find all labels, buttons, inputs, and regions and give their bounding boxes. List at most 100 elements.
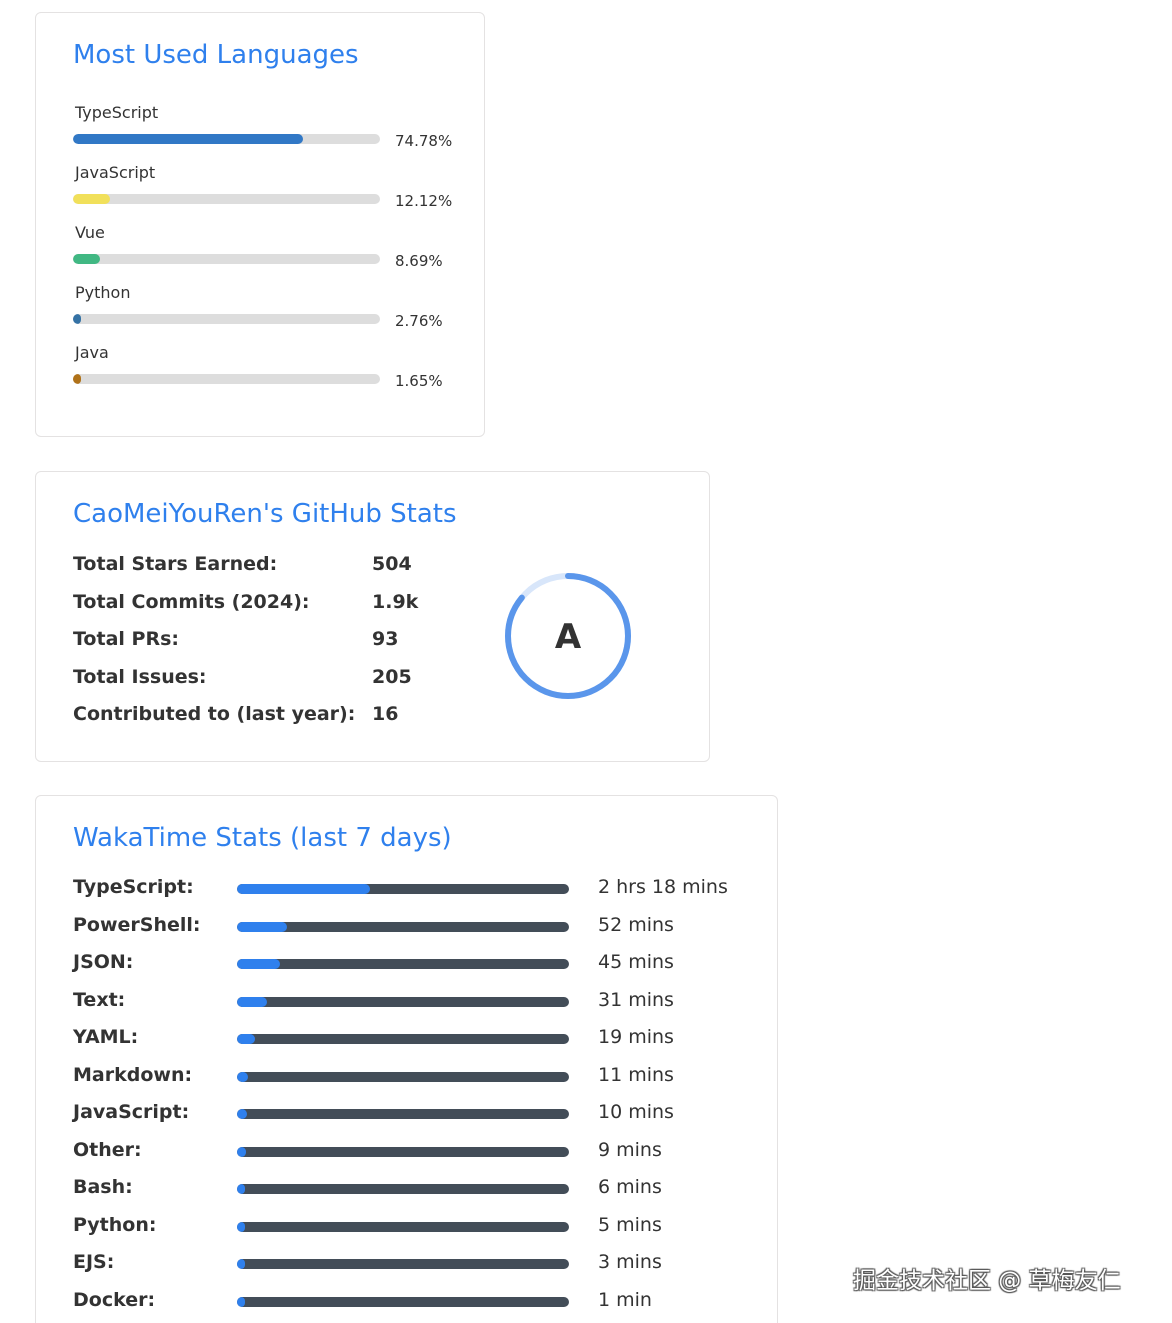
wakatime-language: Markdown:	[73, 1063, 193, 1086]
stat-row: Contributed to (last year): 16	[73, 703, 453, 733]
language-bar-track	[73, 314, 380, 324]
wakatime-row: YAML: 19 mins	[73, 1026, 753, 1056]
wakatime-bar-track	[237, 1184, 569, 1194]
wakatime-time: 2 hrs 18 mins	[598, 876, 728, 898]
wakatime-bar-track	[237, 1109, 569, 1119]
wakatime-bar-track	[237, 1259, 569, 1269]
wakatime-bar-track	[237, 921, 569, 932]
stat-row: Total Commits (2024): 1.9k	[73, 591, 453, 621]
wakatime-bar-fill	[237, 921, 288, 932]
language-row: Python 2.76%	[73, 283, 473, 343]
stat-label: Total Issues:	[73, 665, 207, 688]
wakatime-bar-fill	[237, 996, 267, 1007]
language-name: Python	[75, 283, 131, 302]
wakatime-bar-track	[237, 1296, 569, 1307]
wakatime-row: TypeScript: 2 hrs 18 mins	[73, 876, 753, 906]
stat-value: 93	[372, 628, 399, 651]
wakatime-language: Other:	[73, 1138, 142, 1161]
wakatime-language: Python:	[73, 1213, 157, 1236]
wakatime-row: JavaScript: 10 mins	[73, 1101, 753, 1131]
wakatime-bar-fill	[237, 1259, 245, 1269]
language-bar-track	[73, 254, 380, 264]
wakatime-time: 19 mins	[598, 1026, 674, 1048]
language-name: Java	[75, 343, 109, 362]
language-row: TypeScript 74.78%	[73, 103, 473, 163]
wakatime-row: JSON: 45 mins	[73, 951, 753, 981]
language-bar-track	[73, 194, 380, 204]
stat-label: Total Stars Earned:	[73, 553, 278, 575]
github-stats-card-title: CaoMeiYouRen's GitHub Stats	[73, 499, 457, 529]
wakatime-time: 1 min	[598, 1288, 652, 1311]
wakatime-time: 31 mins	[598, 988, 674, 1011]
language-percent: 12.12%	[395, 192, 453, 210]
language-percent: 74.78%	[395, 132, 453, 150]
wakatime-row: EJS: 3 mins	[73, 1251, 753, 1281]
stat-row: Total Stars Earned: 504	[73, 553, 453, 583]
wakatime-row: Markdown: 11 mins	[73, 1064, 753, 1094]
stat-value: 16	[372, 703, 399, 726]
language-bar-fill	[73, 374, 81, 384]
language-bar-track	[73, 374, 380, 384]
wakatime-row: Text: 31 mins	[73, 989, 753, 1019]
languages-card: Most Used Languages TypeScript 74.78% Java…	[35, 12, 485, 437]
stat-label: Total Commits (2024):	[73, 590, 310, 613]
language-row: Java 1.65%	[73, 343, 473, 403]
wakatime-bar-track	[237, 884, 569, 894]
github-stats-card: CaoMeiYouRen's GitHub Stats Total Stars …	[35, 471, 710, 762]
wakatime-time: 45 mins	[598, 951, 674, 973]
wakatime-language: YAML:	[73, 1026, 139, 1048]
wakatime-time: 5 mins	[598, 1213, 662, 1236]
wakatime-bar-fill	[237, 1071, 248, 1082]
stat-value: 504	[372, 553, 412, 575]
stat-row: Total PRs: 93	[73, 628, 453, 658]
language-row: Vue 8.69%	[73, 223, 473, 283]
wakatime-bar-track	[237, 1221, 569, 1232]
stat-label: Total PRs:	[73, 628, 179, 651]
wakatime-language: JSON:	[73, 951, 134, 973]
stat-value: 1.9k	[372, 590, 419, 613]
wakatime-bar-fill	[237, 1146, 246, 1157]
wakatime-bar-track	[237, 959, 569, 969]
language-name: TypeScript	[75, 103, 159, 122]
wakatime-language: TypeScript:	[73, 876, 194, 898]
language-percent: 8.69%	[395, 252, 443, 270]
language-bar-fill	[73, 314, 82, 324]
stat-label: Contributed to (last year):	[73, 703, 356, 726]
language-name: Vue	[75, 223, 105, 242]
wakatime-bar-fill	[237, 884, 370, 894]
wakatime-language: JavaScript:	[73, 1101, 190, 1123]
wakatime-row: Python: 5 mins	[73, 1214, 753, 1244]
wakatime-bar-fill	[237, 1034, 256, 1044]
wakatime-bar-fill	[237, 959, 281, 969]
wakatime-card: WakaTime Stats (last 7 days) TypeScript:…	[35, 795, 778, 1323]
wakatime-time: 52 mins	[598, 913, 674, 936]
wakatime-bar-fill	[237, 1221, 245, 1232]
wakatime-bar-track	[237, 1146, 569, 1157]
languages-card-title: Most Used Languages	[73, 40, 359, 70]
language-bar-fill	[73, 134, 303, 144]
wakatime-bar-fill	[237, 1184, 245, 1194]
wakatime-language: PowerShell:	[73, 913, 201, 936]
rank-letter: A	[555, 617, 582, 657]
language-percent: 1.65%	[395, 372, 443, 390]
rank-circle: A	[505, 573, 631, 699]
stat-value: 205	[372, 665, 412, 688]
wakatime-language: Text:	[73, 988, 126, 1011]
wakatime-row: Bash: 6 mins	[73, 1176, 753, 1206]
wakatime-bar-track	[237, 996, 569, 1007]
wakatime-language: Docker:	[73, 1288, 156, 1311]
wakatime-time: 3 mins	[598, 1251, 662, 1273]
wakatime-row: PowerShell: 52 mins	[73, 914, 753, 944]
wakatime-language: Bash:	[73, 1176, 133, 1198]
wakatime-bar-fill	[237, 1296, 245, 1307]
stat-row: Total Issues: 205	[73, 666, 453, 696]
wakatime-time: 9 mins	[598, 1138, 662, 1161]
wakatime-bar-fill	[237, 1109, 247, 1119]
wakatime-row: Docker: 1 min	[73, 1289, 753, 1319]
wakatime-time: 6 mins	[598, 1176, 662, 1198]
language-bar-track	[73, 134, 380, 144]
wakatime-row: Other: 9 mins	[73, 1139, 753, 1169]
language-percent: 2.76%	[395, 312, 443, 330]
wakatime-bar-track	[237, 1034, 569, 1044]
wakatime-time: 10 mins	[598, 1101, 674, 1123]
